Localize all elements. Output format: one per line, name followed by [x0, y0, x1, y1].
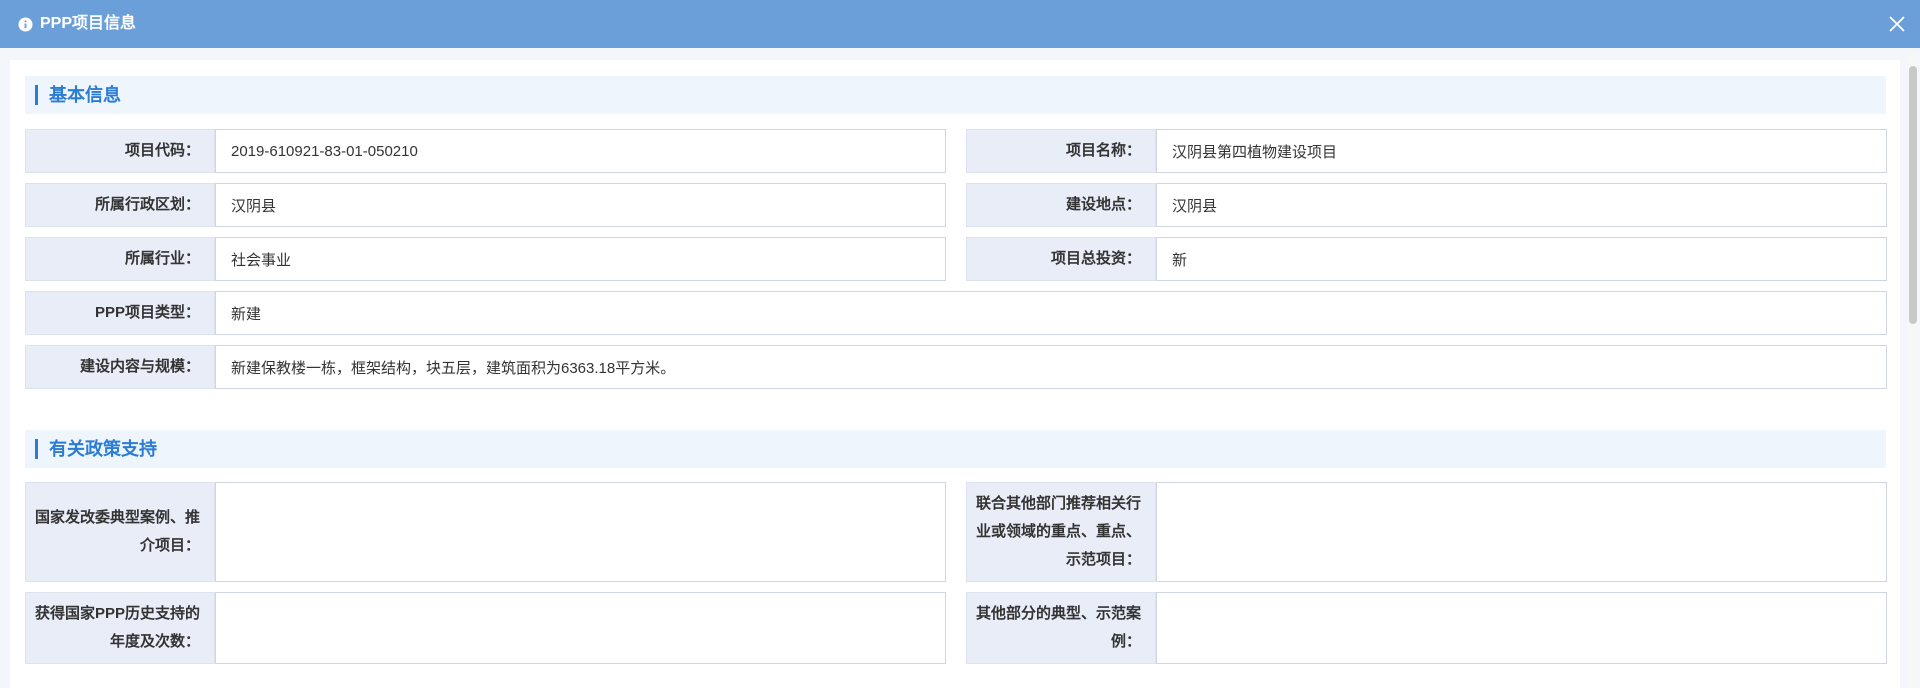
national-support-field[interactable] [215, 592, 946, 664]
ndrc-case-field[interactable] [215, 482, 946, 582]
section-header-basic: 基本信息 [25, 76, 1886, 114]
label-other-cases: 其他部分的典型、示范案例： [966, 592, 1156, 664]
label-joint-recommend: 联合其他部门推荐相关行业或领域的重点、重点、示范项目： [966, 482, 1156, 582]
section-title-basic: 基本信息 [49, 85, 121, 105]
scrollbar-thumb[interactable] [1909, 66, 1917, 324]
dialog-title: PPP项目信息 [40, 15, 137, 32]
vertical-scrollbar[interactable] [1908, 52, 1918, 688]
ppp-type-field[interactable]: 新建 [215, 291, 1887, 335]
label-ndrc-case: 国家发改委典型案例、推介项目： [25, 482, 215, 582]
content-scale-field[interactable]: 新建保教楼一栋，框架结构，块五层，建筑面积为6363.18平方米。 [215, 345, 1887, 389]
label-admin-region: 所属行政区划： [25, 183, 215, 227]
dialog-titlebar: PPP项目信息 [0, 0, 1920, 48]
section-accent-bar [35, 85, 38, 105]
label-build-location: 建设地点： [966, 183, 1156, 227]
label-ppp-type: PPP项目类型： [25, 291, 215, 335]
info-icon [18, 17, 33, 32]
build-location-field[interactable]: 汉阴县 [1156, 183, 1887, 227]
joint-recommend-field[interactable] [1156, 482, 1887, 582]
project-code-field[interactable]: 2019-610921-83-01-050210 [215, 129, 946, 173]
label-project-name: 项目名称： [966, 129, 1156, 173]
industry-field[interactable]: 社会事业 [215, 237, 946, 281]
label-national-support: 获得国家PPP历史支持的年度及次数： [25, 592, 215, 664]
close-icon[interactable] [1888, 15, 1906, 33]
section-accent-bar [35, 439, 38, 459]
project-name-field[interactable]: 汉阴县第四植物建设项目 [1156, 129, 1887, 173]
label-project-code: 项目代码： [25, 129, 215, 173]
admin-region-field[interactable]: 汉阴县 [215, 183, 946, 227]
section-header-policy: 有关政策支持 [25, 430, 1886, 468]
other-cases-field[interactable] [1156, 592, 1887, 664]
section-title-policy: 有关政策支持 [49, 439, 157, 459]
total-investment-field[interactable]: 新 [1156, 237, 1887, 281]
label-industry: 所属行业： [25, 237, 215, 281]
label-content-scale: 建设内容与规模： [25, 345, 215, 389]
label-total-investment: 项目总投资： [966, 237, 1156, 281]
